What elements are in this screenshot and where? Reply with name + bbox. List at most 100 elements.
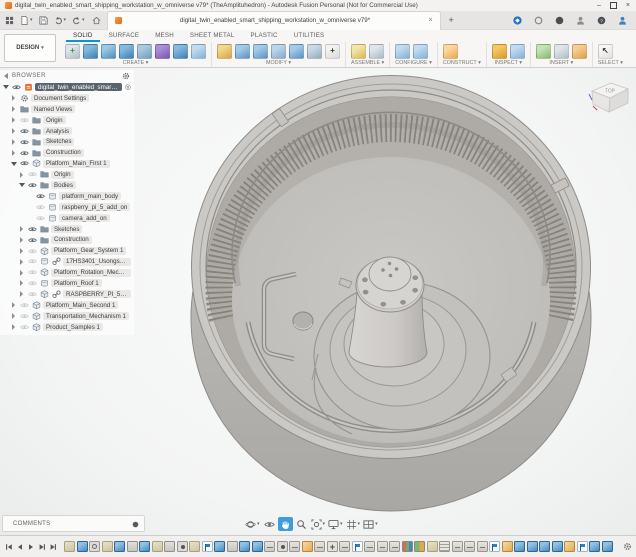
expand-icon[interactable] (10, 117, 17, 123)
rectangular-pattern-icon[interactable] (191, 44, 206, 59)
browser-item-transportation-mechanism-1[interactable]: Transportation_Mechanism 1 (0, 311, 134, 322)
view-cube[interactable]: TOP (584, 74, 632, 122)
timeline-feature-sketch[interactable] (152, 541, 163, 552)
browser-item-camera-add-on[interactable]: camera_add_on (0, 213, 134, 224)
create-sketch-icon[interactable]: + (65, 44, 80, 59)
visibility-eye-icon[interactable] (27, 225, 37, 234)
help-icon[interactable]: ? (596, 15, 607, 26)
browser-item-17hs3401-usongshine-s[interactable]: 17HS3401_Usongshine s... (0, 256, 134, 267)
viewcube-top-label[interactable]: TOP (605, 89, 616, 95)
visibility-eye-icon[interactable] (27, 181, 37, 190)
timeline-feature-plane[interactable] (564, 541, 575, 552)
combine-icon[interactable] (271, 44, 286, 59)
collapse-icon[interactable] (2, 85, 9, 89)
3d-viewport[interactable]: TOP BROWSER digital_twin_enabled_smart_s… (0, 68, 636, 535)
box-icon[interactable] (83, 44, 98, 59)
notifications-bell-icon[interactable] (132, 515, 139, 533)
file-menu-icon[interactable]: ▾ (18, 13, 35, 27)
browser-item-bodies[interactable]: Bodies (0, 180, 134, 191)
offset-face-icon[interactable] (289, 44, 304, 59)
visibility-eye-icon[interactable] (27, 235, 37, 244)
browser-item-platform-rotation-mechanism-1[interactable]: Platform_Rotation_Mechanism 1 (0, 267, 134, 278)
expand-icon[interactable] (10, 324, 17, 330)
group-label-construct[interactable]: CONSTRUCT ▾ (443, 60, 481, 66)
tab-solid[interactable]: SOLID (66, 32, 100, 42)
next-feature-button[interactable] (37, 541, 47, 553)
canvas-image-icon[interactable] (554, 44, 569, 59)
collapse-icon[interactable] (10, 162, 17, 166)
timeline-feature-extrude[interactable] (602, 541, 613, 552)
browser-item-platform-main-body[interactable]: platform_main_body (0, 191, 134, 202)
expand-icon[interactable] (10, 139, 17, 145)
visibility-eye-icon[interactable] (19, 312, 29, 321)
timeline-feature-sketch[interactable] (64, 541, 75, 552)
timeline-feature-extrude[interactable] (514, 541, 525, 552)
timeline-feature-box[interactable] (164, 541, 175, 552)
timeline-feature-joint[interactable] (289, 541, 300, 552)
go-to-start-button[interactable] (4, 541, 14, 553)
select-icon[interactable]: ↖ (598, 44, 613, 59)
insert-mesh-icon[interactable] (572, 44, 587, 59)
press-pull-icon[interactable] (217, 44, 232, 59)
browser-item-named-views[interactable]: Named Views (0, 104, 134, 115)
group-label-configure[interactable]: CONFIGURE ▾ (395, 60, 432, 66)
visibility-eye-icon[interactable] (27, 290, 37, 299)
timeline-feature-joint[interactable] (377, 541, 388, 552)
visibility-eye-icon[interactable] (27, 279, 37, 288)
tab-utilities[interactable]: UTILITIES (287, 32, 332, 42)
timeline-feature-flag[interactable] (577, 541, 588, 552)
visibility-eye-icon[interactable] (27, 268, 37, 277)
timeline-feature-move[interactable] (327, 541, 338, 552)
joint-icon[interactable] (369, 44, 384, 59)
expand-icon[interactable] (18, 226, 25, 232)
group-label-insert[interactable]: INSERT ▾ (536, 60, 587, 66)
timeline-feature-sketch[interactable] (189, 541, 200, 552)
job-status-icon[interactable] (533, 15, 544, 26)
expand-icon[interactable] (10, 313, 17, 319)
visibility-eye-icon[interactable] (35, 192, 45, 201)
visibility-eye-icon[interactable] (19, 148, 29, 157)
expand-icon[interactable] (18, 291, 25, 297)
browser-item-sketches[interactable]: Sketches (0, 136, 134, 147)
visibility-eye-icon[interactable] (19, 301, 29, 310)
tab-surface[interactable]: SURFACE (102, 32, 147, 42)
timeline-feature-sketch[interactable] (427, 541, 438, 552)
go-to-end-button[interactable] (48, 541, 58, 553)
timeline-feature-revolve[interactable] (89, 541, 100, 552)
visibility-eye-icon[interactable] (19, 127, 29, 136)
visibility-eye-icon[interactable] (19, 116, 29, 125)
visibility-eye-icon[interactable] (27, 257, 37, 266)
section-analysis-icon[interactable] (510, 44, 525, 59)
new-component-icon[interactable] (351, 44, 366, 59)
insert-derive-icon[interactable] (536, 44, 551, 59)
tab-mesh[interactable]: MESH (148, 32, 181, 42)
visibility-eye-icon[interactable] (19, 159, 29, 168)
notifications-icon[interactable] (554, 15, 565, 26)
browser-item-raspberry-pi-5-add-on[interactable]: raspberry_pi_5_add_on (0, 202, 134, 213)
expand-icon[interactable] (18, 172, 25, 178)
comments-bar[interactable]: COMMENTS (2, 515, 145, 532)
timeline-feature-box[interactable] (227, 541, 238, 552)
floor-hole[interactable] (293, 312, 313, 330)
group-label-modify[interactable]: MODIFY ▾ (217, 60, 340, 66)
expand-icon[interactable] (18, 280, 25, 286)
timeline-feature-plane[interactable] (302, 541, 313, 552)
timeline-feature-hole[interactable] (177, 541, 188, 552)
browser-item-construction[interactable]: Construction (0, 234, 134, 245)
timeline-feature-sketch[interactable] (102, 541, 113, 552)
timeline-feature-appearance[interactable] (402, 541, 413, 552)
expand-icon[interactable] (18, 237, 25, 243)
expand-icon[interactable] (18, 248, 25, 254)
visibility-eye-icon[interactable] (35, 203, 45, 212)
expand-icon[interactable] (18, 270, 25, 276)
redo-icon[interactable]: ▾ (70, 13, 87, 27)
timeline-feature-joint[interactable] (389, 541, 400, 552)
group-label-create[interactable]: CREATE ▾ (65, 60, 206, 66)
grid-snaps-icon[interactable]: ▾ (345, 517, 362, 531)
visibility-eye-icon[interactable] (11, 83, 21, 92)
display-settings-icon[interactable]: ▾ (327, 517, 344, 531)
zoom-icon[interactable] (294, 517, 309, 531)
undo-icon[interactable]: ▾ (52, 13, 69, 27)
close-tab-icon[interactable]: × (428, 17, 432, 24)
timeline-feature-plane[interactable] (502, 541, 513, 552)
